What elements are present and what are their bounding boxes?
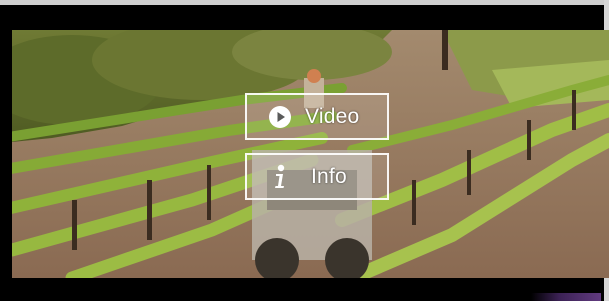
info-icon — [263, 163, 297, 191]
info-button[interactable]: Info — [245, 153, 389, 200]
video-player-frame: Video Info — [0, 0, 609, 301]
video-button-label: Video — [305, 104, 360, 128]
video-button[interactable]: Video — [245, 93, 389, 140]
play-circle-icon — [263, 105, 297, 129]
top-border — [0, 0, 609, 5]
info-button-label: Info — [311, 164, 347, 188]
corner-watermark — [531, 293, 601, 301]
